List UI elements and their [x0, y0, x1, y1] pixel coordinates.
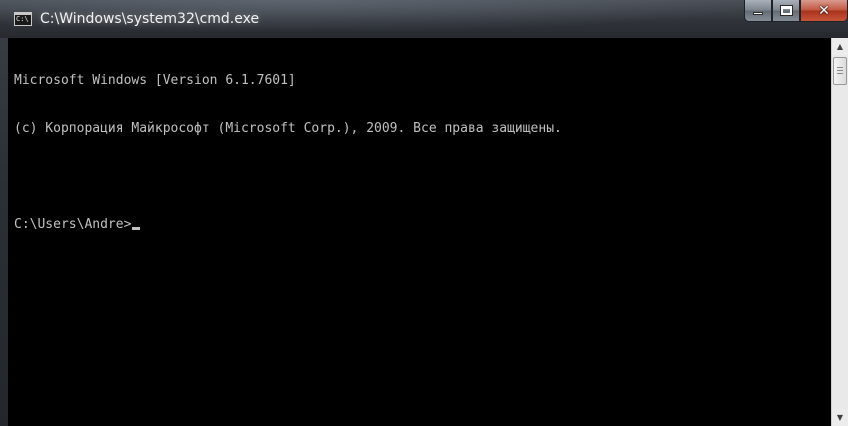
- grip-line: [837, 70, 843, 71]
- scroll-up-button[interactable]: ▲: [832, 38, 848, 55]
- arrow-down-icon: ▼: [836, 413, 844, 422]
- close-button[interactable]: ✕: [800, 0, 848, 22]
- console-line: (c) Корпорация Майкрософт (Microsoft Cor…: [14, 121, 562, 136]
- console-line: Microsoft Windows [Version 6.1.7601]: [14, 73, 296, 88]
- text-cursor: [132, 227, 141, 230]
- window-title: C:\Windows\system32\cmd.exe: [40, 11, 260, 27]
- console-output[interactable]: Microsoft Windows [Version 6.1.7601] (c)…: [8, 38, 831, 426]
- arrow-up-icon: ▲: [836, 42, 844, 51]
- cmd-window: C:\ C:\Windows\system32\cmd.exe ✕ Micros…: [0, 0, 848, 426]
- prompt-line[interactable]: C:\Users\Andre>: [14, 217, 831, 233]
- caption-buttons: ✕: [744, 0, 848, 22]
- scroll-thumb[interactable]: [833, 57, 847, 85]
- title-bar[interactable]: C:\ C:\Windows\system32\cmd.exe ✕: [0, 0, 848, 38]
- cmd-app-icon[interactable]: C:\: [14, 12, 32, 26]
- maximize-button[interactable]: [772, 0, 800, 22]
- scroll-down-button[interactable]: ▼: [832, 409, 848, 426]
- minimize-button[interactable]: [744, 0, 772, 22]
- vertical-scrollbar[interactable]: ▲ ▼: [831, 38, 848, 426]
- close-icon: ✕: [818, 2, 830, 19]
- maximize-icon: [779, 5, 793, 16]
- minimize-icon: [753, 12, 763, 15]
- grip-line: [837, 73, 843, 74]
- command-prompt: C:\Users\Andre>: [14, 217, 132, 232]
- grip-line: [837, 67, 843, 68]
